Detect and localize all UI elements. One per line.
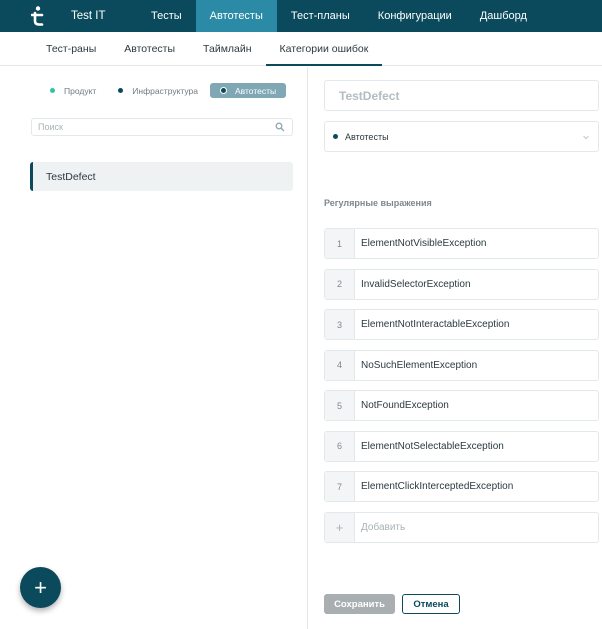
regex-row[interactable]: 1 ElementNotVisibleException (324, 228, 599, 259)
regex-value[interactable]: ElementNotSelectableException (355, 432, 504, 461)
filter-label: Автотесты (235, 85, 277, 96)
regex-row[interactable]: 2 InvalidSelectorException (324, 268, 599, 300)
regex-section-label: Регулярные выражения (324, 198, 432, 208)
sub-tabs: Тест-раны Автотесты Таймлайн Категории о… (0, 32, 602, 66)
app-logo-icon[interactable] (19, 0, 57, 32)
search-icon[interactable] (275, 122, 285, 132)
add-regex-row[interactable]: + Добавить (324, 511, 599, 543)
tab-test-runs[interactable]: Тест-раны (32, 32, 110, 65)
search-placeholder: Поиск (38, 122, 63, 132)
filter-label: Инфраструктура (132, 85, 198, 96)
app-name[interactable]: Test IT (71, 0, 137, 32)
regex-number: 6 (325, 431, 355, 461)
regex-value[interactable]: ElementNotInteractableException (355, 310, 509, 339)
nav-autotests[interactable]: Автотесты (195, 0, 277, 32)
filter-product[interactable]: Продукт (50, 83, 96, 98)
regex-value[interactable]: InvalidSelectorException (355, 270, 471, 299)
nav-configurations[interactable]: Конфигурации (364, 0, 466, 32)
save-button[interactable]: Сохранить (324, 594, 395, 614)
infrastructure-dot-icon (118, 88, 124, 93)
tab-timeline[interactable]: Таймлайн (189, 32, 266, 65)
type-select-value: Автотесты (345, 131, 389, 142)
regex-row[interactable]: 4 NoSuchElementException (324, 349, 599, 381)
add-category-button[interactable]: + (20, 567, 61, 608)
regex-number: 5 (325, 391, 355, 420)
top-nav-bar: Test IT Тесты Автотесты Тест-планы Конфи… (0, 0, 602, 32)
search-input[interactable]: Поиск (31, 118, 293, 136)
category-filters: Продукт Инфраструктура Автотесты (50, 83, 287, 98)
category-name-field[interactable]: TestDefect (324, 80, 599, 111)
regex-number: 4 (325, 350, 355, 380)
regex-value[interactable]: ElementNotVisibleException (355, 229, 486, 258)
regex-number: 3 (325, 310, 355, 339)
filter-autotests[interactable]: Автотесты (210, 83, 287, 98)
chevron-down-icon (583, 135, 589, 140)
regex-number: 1 (325, 229, 355, 258)
filter-label: Продукт (64, 85, 97, 96)
filter-infrastructure[interactable]: Инфраструктура (118, 83, 198, 98)
regex-number: 7 (325, 472, 355, 501)
tab-autotests[interactable]: Автотесты (110, 32, 189, 65)
cancel-button[interactable]: Отмена (402, 594, 460, 614)
nav-dashboard[interactable]: Дашборд (466, 0, 541, 32)
nav-tests[interactable]: Тесты (137, 0, 196, 32)
tab-error-categories[interactable]: Категории ошибок (265, 32, 383, 66)
category-editor: TestDefect Автотесты Регулярные выражени… (309, 67, 602, 629)
nav-test-plans[interactable]: Тест-планы (277, 0, 364, 32)
type-dot-icon (333, 134, 338, 139)
category-item[interactable]: TestDefect (30, 162, 293, 191)
regex-number: 2 (325, 269, 355, 299)
regex-value[interactable]: NotFoundException (355, 391, 449, 420)
category-type-select[interactable]: Автотесты (324, 121, 599, 152)
regex-row[interactable]: 6 ElementNotSelectableException (324, 430, 599, 462)
add-regex-input[interactable]: Добавить (355, 513, 405, 542)
autotests-dot-icon (220, 87, 227, 94)
regex-row[interactable]: 3 ElementNotInteractableException (324, 309, 599, 340)
regex-row[interactable]: 7 ElementClickInterceptedException (324, 471, 599, 502)
plus-icon[interactable]: + (325, 512, 355, 542)
regex-value[interactable]: ElementClickInterceptedException (355, 472, 513, 501)
categories-panel: Продукт Инфраструктура Автотесты Поиск T… (0, 67, 308, 629)
product-dot-icon (50, 88, 55, 93)
regex-row[interactable]: 5 NotFoundException (324, 390, 599, 421)
regex-list: 1 ElementNotVisibleException 2 InvalidSe… (324, 228, 599, 552)
regex-value[interactable]: NoSuchElementException (355, 351, 477, 380)
